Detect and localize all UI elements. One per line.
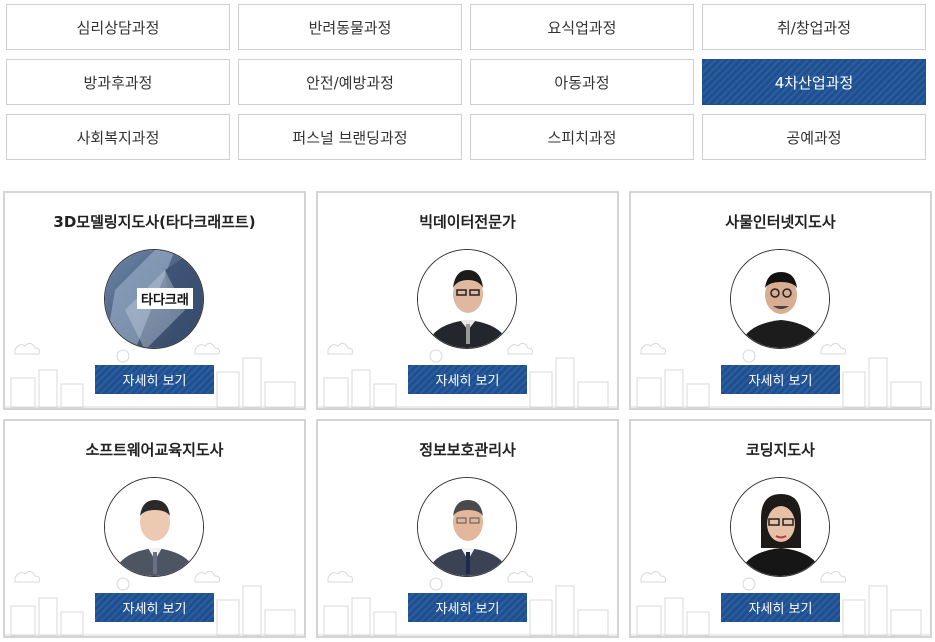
category-button-safety[interactable]: 안전/예방과정 [238,59,462,105]
course-title: 소프트웨어교육지도사 [85,441,224,459]
instructor-photo [417,477,517,577]
category-button-counseling[interactable]: 심리상담과정 [6,4,230,50]
category-button-speech[interactable]: 스피치과정 [470,114,694,160]
course-grid: 3D모델링지도사(타다크래프트) 타다크래 자세히 보기 빅데이터전문가 자세히… [3,191,932,638]
detail-button[interactable]: 자세히 보기 [408,365,527,394]
instructor-photo [417,249,517,349]
category-button-child[interactable]: 아동과정 [470,59,694,105]
course-title: 정보보호관리사 [419,441,516,459]
category-grid: 심리상담과정 반려동물과정 요식업과정 취/창업과정 방과후과정 안전/예방과정… [6,4,926,160]
image-caption: 타다크래 [137,288,193,309]
category-button-food[interactable]: 요식업과정 [470,4,694,50]
course-title: 코딩지도사 [745,441,815,459]
instructor-photo [104,477,204,577]
course-card: 정보보호관리사 자세히 보기 [316,419,619,638]
instructor-photo [730,477,830,577]
course-card: 3D모델링지도사(타다크래프트) 타다크래 자세히 보기 [3,191,306,410]
category-button-afterschool[interactable]: 방과후과정 [6,59,230,105]
course-title: 3D모델링지도사(타다크래프트) [53,213,256,231]
course-title: 사물인터넷지도사 [725,213,836,231]
category-button-craft[interactable]: 공예과정 [702,114,926,160]
detail-button[interactable]: 자세히 보기 [95,365,214,394]
course-image: 타다크래 [104,249,204,349]
detail-button[interactable]: 자세히 보기 [721,365,840,394]
course-card: 코딩지도사 자세히 보기 [629,419,932,638]
detail-button[interactable]: 자세히 보기 [721,593,840,622]
detail-button[interactable]: 자세히 보기 [95,593,214,622]
course-card: 사물인터넷지도사 자세히 보기 [629,191,932,410]
category-button-branding[interactable]: 퍼스널 브랜딩과정 [238,114,462,160]
instructor-photo [730,249,830,349]
category-button-welfare[interactable]: 사회복지과정 [6,114,230,160]
detail-button[interactable]: 자세히 보기 [408,593,527,622]
course-card: 소프트웨어교육지도사 자세히 보기 [3,419,306,638]
course-card: 빅데이터전문가 자세히 보기 [316,191,619,410]
category-button-pet[interactable]: 반려동물과정 [238,4,462,50]
category-button-career[interactable]: 취/창업과정 [702,4,926,50]
course-title: 빅데이터전문가 [419,213,516,231]
category-button-industry4[interactable]: 4차산업과정 [702,59,926,105]
